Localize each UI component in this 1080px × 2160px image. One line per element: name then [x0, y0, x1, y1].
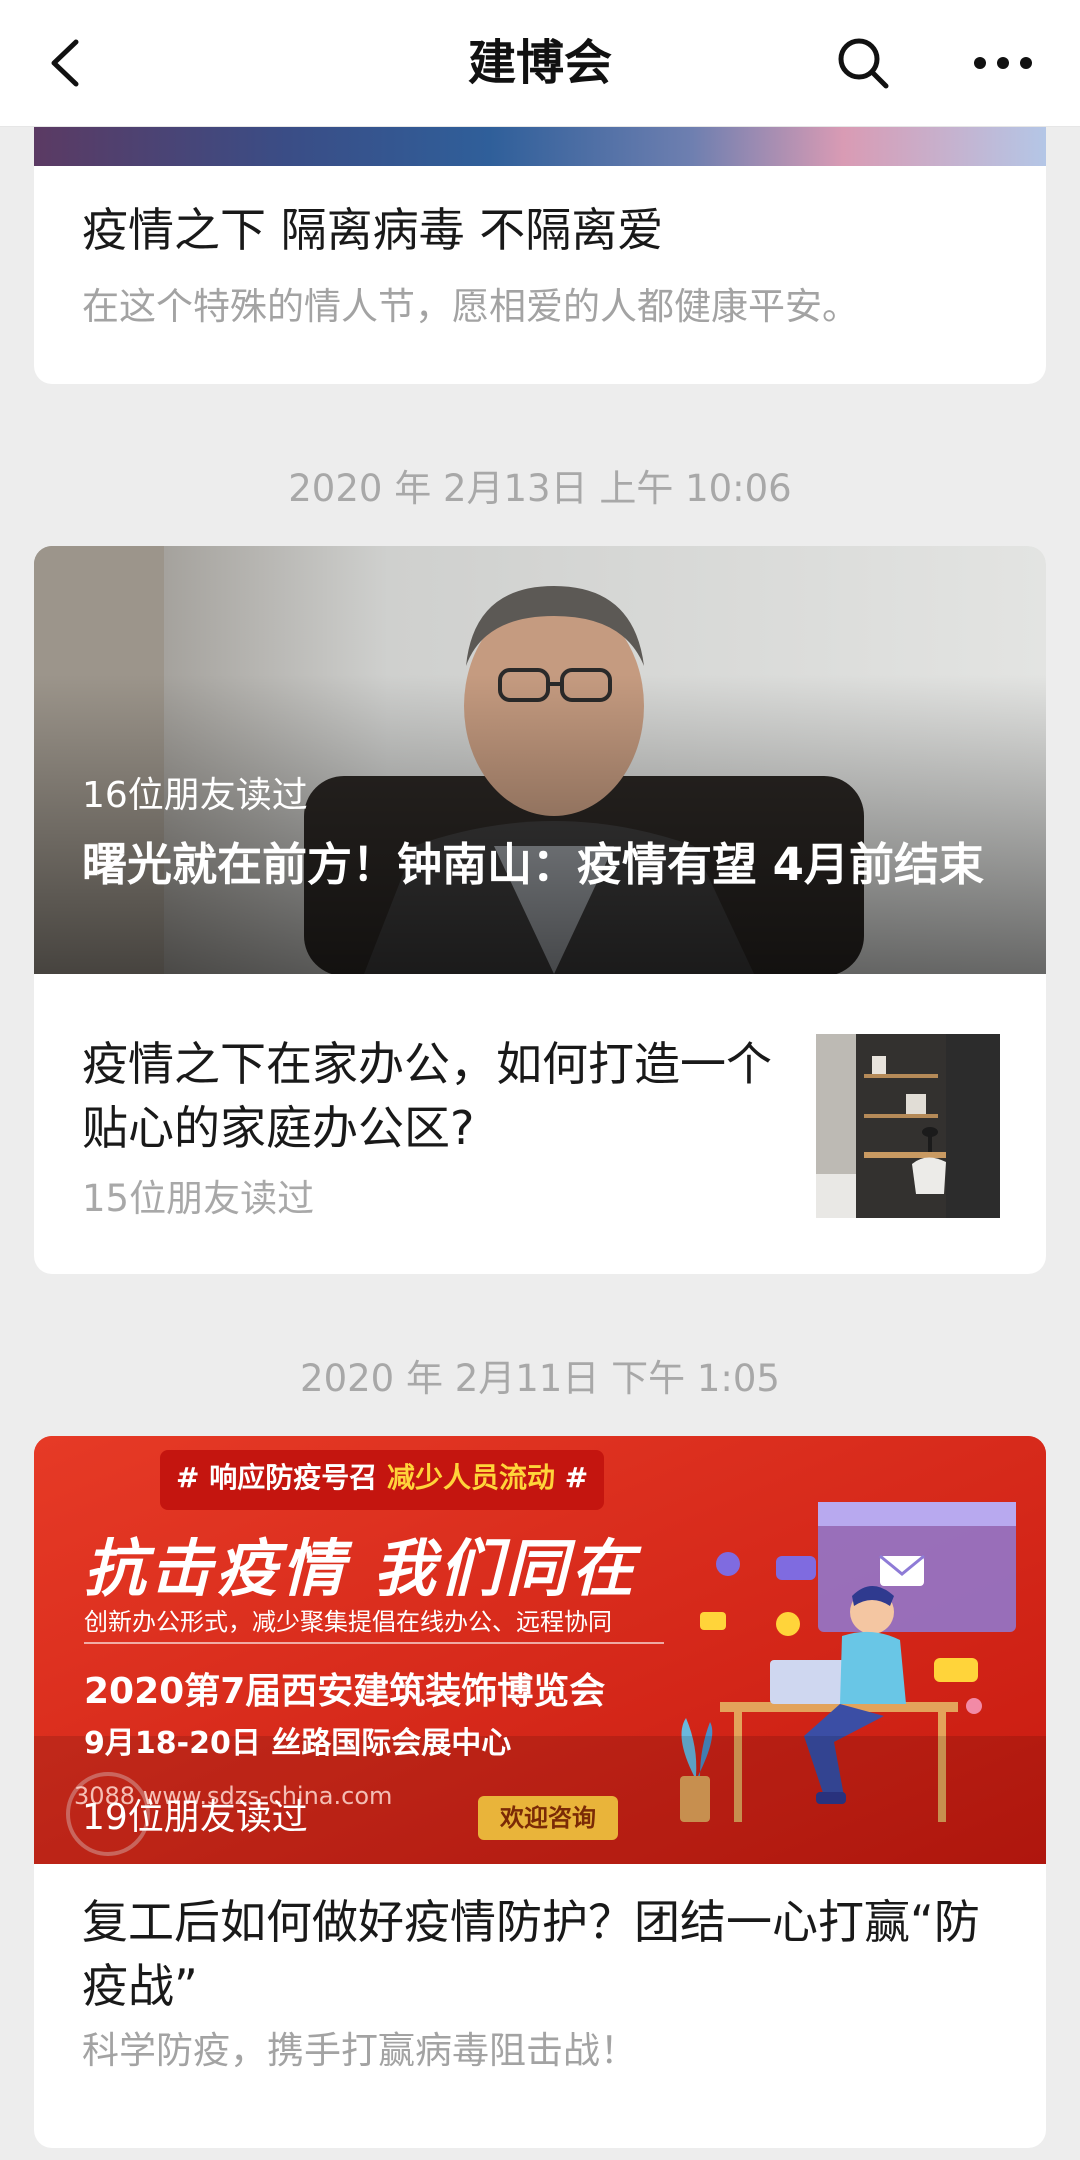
poster-tag: # 响应防疫号召 减少人员流动 #	[160, 1450, 605, 1510]
sub-article-title: 疫情之下在家办公，如何打造一个贴心的家庭办公区?	[82, 1037, 772, 1155]
main-article-headline: 曙光就在前方！钟南山：疫情有望 4月前结束	[82, 838, 984, 891]
poster-date-venue: 9月18-20日 丝路国际会展中心	[84, 1726, 512, 1761]
read-count: 15位朋友读过	[82, 1177, 315, 1220]
main-article-description: 科学防疫，携手打赢病毒阻击战！	[82, 2029, 637, 2072]
date-label: 2020 年 2月13日 上午 10:06	[288, 467, 792, 510]
main-article-text[interactable]: 复工后如何做好疫情防护？团结一心打赢“防疫战” 科学防疫，携手打赢病毒阻击战！	[34, 1864, 1046, 2148]
poster-expo-name: 2020第7届西安建筑装饰博览会	[84, 1671, 606, 1712]
top-nav-bar: 建博会	[0, 0, 1080, 127]
article-group-card: # 响应防疫号召 减少人员流动 # 抗击疫情 我们同在 创新办公形式，减少聚集提…	[34, 1436, 1046, 2148]
poster-divider	[84, 1642, 664, 1644]
sub-article-thumbnail	[816, 1034, 1000, 1218]
sub-article-row[interactable]: 疫情之下在家办公，如何打造一个贴心的家庭办公区? 15位朋友读过	[34, 974, 1046, 1274]
main-article-cover[interactable]: # 响应防疫号召 减少人员流动 # 抗击疫情 我们同在 创新办公形式，减少聚集提…	[34, 1436, 1046, 1864]
chevron-left-icon	[51, 39, 79, 87]
cover-gradient-overlay	[34, 546, 1046, 974]
read-count: 19位朋友读过	[82, 1797, 308, 1838]
more-button[interactable]	[966, 30, 1040, 96]
back-button[interactable]	[40, 30, 100, 96]
main-article-title: 复工后如何做好疫情防护？团结一心打赢“防疫战”	[82, 1895, 980, 2013]
article-group-card: 16位朋友读过 曙光就在前方！钟南山：疫情有望 4月前结束 疫情之下在家办公，如…	[34, 546, 1046, 1274]
search-button[interactable]	[830, 30, 896, 96]
poster-headline: 抗击疫情 我们同在	[84, 1532, 638, 1605]
more-dots-icon	[974, 57, 1032, 69]
poster-consult-button: 欢迎咨询	[478, 1796, 618, 1840]
main-article-cover[interactable]: 16位朋友读过 曙光就在前方！钟南山：疫情有望 4月前结束	[34, 546, 1046, 974]
poster-tag-highlight: 减少人员流动	[386, 1461, 555, 1494]
poster-subline: 创新办公形式，减少聚集提倡在线办公、远程协同	[84, 1608, 612, 1636]
poster-tag-suffix: #	[564, 1461, 589, 1494]
article-title: 疫情之下 隔离病毒 不隔离爱	[82, 203, 664, 257]
cover-image-strip	[34, 126, 1046, 166]
home-office-photo	[816, 1034, 1000, 1218]
date-label: 2020 年 2月11日 下午 1:05	[300, 1357, 780, 1400]
article-card[interactable]: 疫情之下 隔离病毒 不隔离爱 在这个特殊的情人节，愿相爱的人都健康平安。	[34, 86, 1046, 384]
read-count: 16位朋友读过	[82, 775, 308, 816]
article-description: 在这个特殊的情人节，愿相爱的人都健康平安。	[82, 285, 859, 328]
poster-tag-prefix: # 响应防疫号召	[176, 1461, 378, 1494]
search-icon	[838, 38, 889, 89]
page-title: 建博会	[467, 35, 612, 91]
